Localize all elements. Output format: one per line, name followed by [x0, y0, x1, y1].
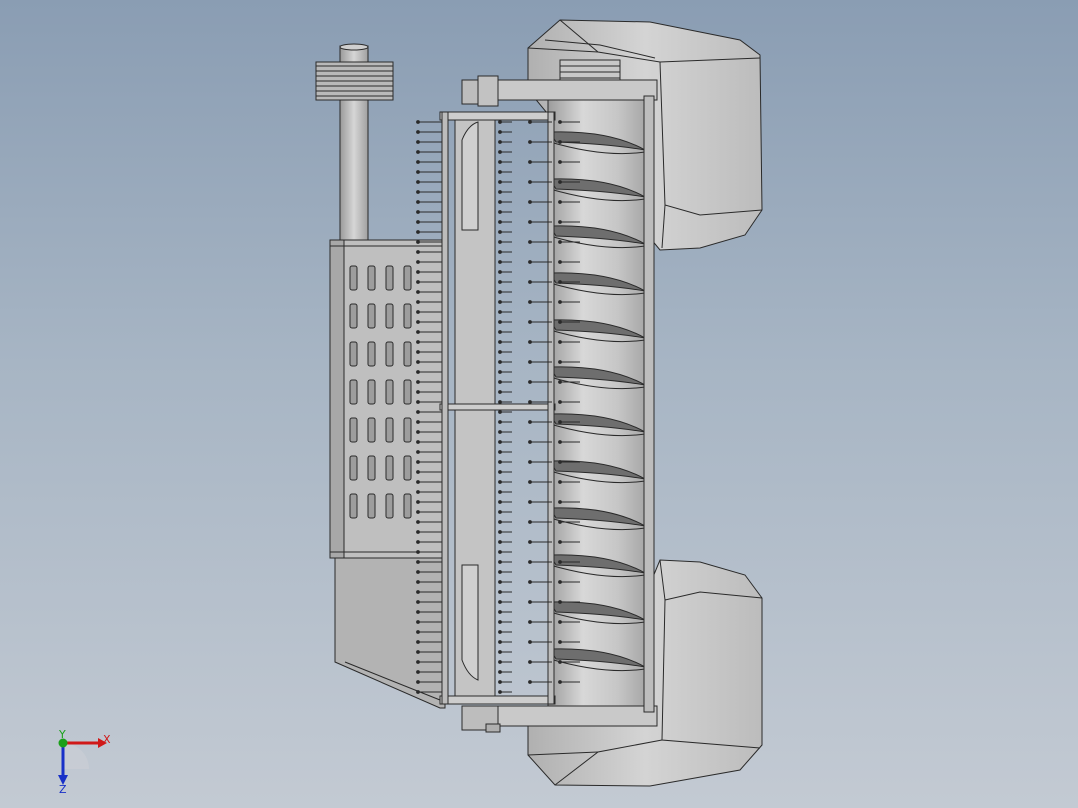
axis-label-z: Z [59, 783, 67, 795]
3d-model-viewport[interactable]: X Y Z [0, 0, 1078, 808]
auger-drum[interactable] [547, 97, 649, 711]
lower-chute[interactable] [334, 557, 446, 709]
axis-label-y: Y [58, 728, 66, 741]
axis-label-x: X [103, 733, 111, 746]
view-orientation-triad-icon: X Y Z [58, 728, 111, 795]
combine-header-model[interactable] [0, 0, 1078, 808]
exhaust-pipe[interactable] [315, 43, 394, 243]
engine-housing[interactable] [329, 239, 446, 559]
